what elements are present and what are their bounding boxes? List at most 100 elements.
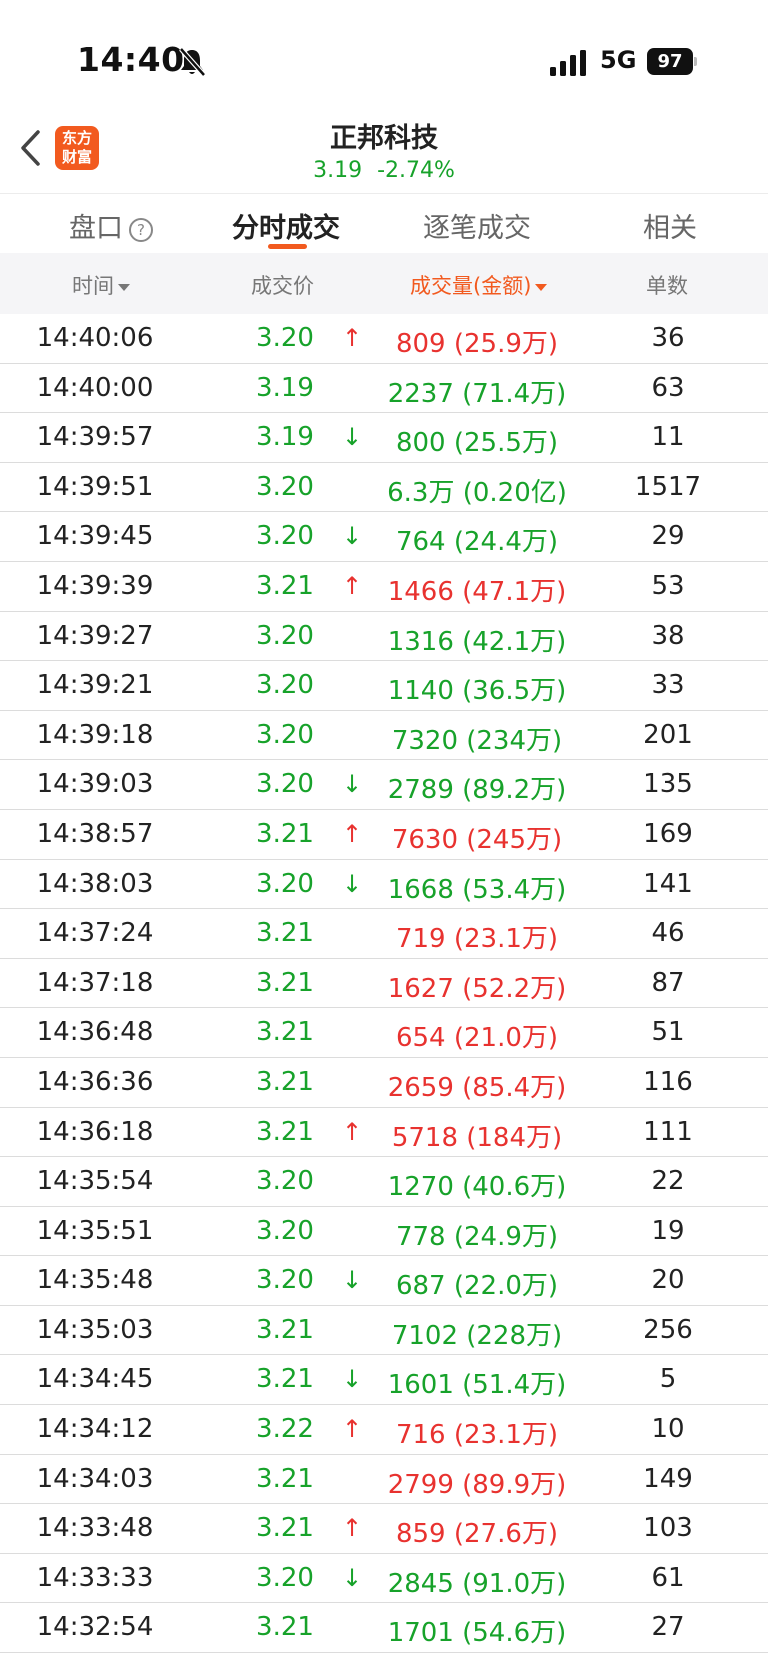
col-volume-sort[interactable]: 成交量(金额) xyxy=(410,270,548,300)
trade-price: 3.21 xyxy=(256,967,314,998)
tab-related[interactable]: 相关 xyxy=(643,206,697,245)
table-row[interactable]: 14:35:54 3.20 1270 (40.6万) 22 xyxy=(0,1157,768,1207)
trade-count: 103 xyxy=(643,1513,693,1544)
trade-count: 135 xyxy=(643,769,693,800)
status-bar: 14:40 5G 97 xyxy=(0,0,768,120)
trade-time: 14:39:27 xyxy=(36,620,154,651)
trade-count: 256 xyxy=(643,1314,693,1345)
table-row[interactable]: 14:35:03 3.21 7102 (228万) 256 xyxy=(0,1306,768,1356)
battery-level: 97 xyxy=(647,48,693,75)
trade-time: 14:39:18 xyxy=(36,719,154,750)
table-row[interactable]: 14:39:57 3.19 ↓ 800 (25.5万) 11 xyxy=(0,413,768,463)
tab-minute-trades[interactable]: 分时成交 xyxy=(232,206,340,245)
back-arrow-icon[interactable] xyxy=(18,128,44,168)
trade-volume: 687 (22.0万) xyxy=(395,1271,559,1302)
trade-time: 14:34:12 xyxy=(36,1414,154,1445)
trade-time: 14:39:57 xyxy=(36,422,154,453)
up-arrow-icon: ↑ xyxy=(341,1514,363,1543)
trade-volume: 800 (25.5万) xyxy=(395,428,559,459)
stock-price: 3.19 xyxy=(313,158,363,183)
trade-price: 3.19 xyxy=(256,372,314,403)
trade-price: 3.20 xyxy=(256,1265,314,1296)
trade-price: 3.20 xyxy=(256,769,314,800)
trade-count: 141 xyxy=(643,868,693,899)
battery-icon: 97 xyxy=(647,48,697,75)
trade-count: 111 xyxy=(643,1116,693,1147)
trade-price: 3.21 xyxy=(256,1017,314,1048)
trade-time: 14:39:39 xyxy=(36,570,154,601)
table-row[interactable]: 14:35:51 3.20 778 (24.9万) 19 xyxy=(0,1207,768,1257)
trade-price: 3.21 xyxy=(256,1314,314,1345)
trade-time: 14:38:03 xyxy=(36,868,154,899)
table-row[interactable]: 14:39:27 3.20 1316 (42.1万) 38 xyxy=(0,612,768,662)
trade-volume: 1316 (42.1万) xyxy=(387,626,567,657)
table-row[interactable]: 14:38:03 3.20 ↓ 1668 (53.4万) 141 xyxy=(0,860,768,910)
trade-time: 14:36:18 xyxy=(36,1116,154,1147)
table-row[interactable]: 14:37:18 3.21 1627 (52.2万) 87 xyxy=(0,959,768,1009)
trade-count: 46 xyxy=(651,918,685,949)
trade-volume: 1466 (47.1万) xyxy=(387,576,567,607)
table-row[interactable]: 14:36:18 3.21 ↑ 5718 (184万) 111 xyxy=(0,1108,768,1158)
down-arrow-icon: ↓ xyxy=(341,1563,363,1592)
trade-volume: 1140 (36.5万) xyxy=(387,676,567,707)
up-arrow-icon: ↑ xyxy=(341,819,363,848)
trade-volume: 2659 (85.4万) xyxy=(387,1072,567,1103)
trade-volume: 1701 (54.6万) xyxy=(387,1618,567,1649)
col-count: 单数 xyxy=(646,274,688,298)
trade-volume: 7630 (245万) xyxy=(391,824,563,855)
table-row[interactable]: 14:39:03 3.20 ↓ 2789 (89.2万) 135 xyxy=(0,760,768,810)
table-row[interactable]: 14:33:48 3.21 ↑ 859 (27.6万) 103 xyxy=(0,1504,768,1554)
help-icon[interactable]: ? xyxy=(129,217,153,242)
table-row[interactable]: 14:36:36 3.21 2659 (85.4万) 116 xyxy=(0,1058,768,1108)
trade-time: 14:36:48 xyxy=(36,1017,154,1048)
trade-count: 36 xyxy=(651,323,685,353)
table-row[interactable]: 14:40:00 3.19 2237 (71.4万) 63 xyxy=(0,364,768,414)
trade-volume: 5718 (184万) xyxy=(391,1122,563,1153)
trade-time: 14:37:24 xyxy=(36,918,154,949)
trade-time: 14:39:03 xyxy=(36,769,154,800)
trade-count: 61 xyxy=(651,1562,685,1593)
table-row[interactable]: 14:33:33 3.20 ↓ 2845 (91.0万) 61 xyxy=(0,1554,768,1604)
table-row[interactable]: 14:40:06 3.20 ↑ 809 (25.9万) 36 xyxy=(0,314,768,364)
col-time-sort[interactable]: 时间 xyxy=(72,270,130,300)
trade-volume: 7102 (228万) xyxy=(391,1320,563,1351)
trade-time: 14:34:45 xyxy=(36,1364,154,1395)
trade-price: 3.20 xyxy=(256,1215,314,1246)
table-row[interactable]: 14:32:54 3.21 1701 (54.6万) 27 xyxy=(0,1603,768,1654)
trade-count: 201 xyxy=(643,719,693,750)
trade-count: 20 xyxy=(651,1265,685,1296)
active-tab-indicator xyxy=(268,244,307,249)
trade-count: 29 xyxy=(651,521,685,552)
down-arrow-icon: ↓ xyxy=(341,770,363,799)
table-row[interactable]: 14:39:39 3.21 ↑ 1466 (47.1万) 53 xyxy=(0,562,768,612)
tab-tick-trades[interactable]: 逐笔成交 xyxy=(423,206,531,245)
trade-price: 3.22 xyxy=(256,1414,314,1445)
trade-count: 87 xyxy=(651,967,685,998)
stock-change: -2.74% xyxy=(377,158,455,183)
trade-volume: 654 (21.0万) xyxy=(395,1023,559,1054)
trade-time: 14:35:51 xyxy=(36,1215,154,1246)
status-time: 14:40 xyxy=(77,40,185,79)
table-row[interactable]: 14:39:21 3.20 1140 (36.5万) 33 xyxy=(0,661,768,711)
table-row[interactable]: 14:38:57 3.21 ↑ 7630 (245万) 169 xyxy=(0,810,768,860)
trade-volume: 778 (24.9万) xyxy=(395,1221,559,1252)
table-row[interactable]: 14:36:48 3.21 654 (21.0万) 51 xyxy=(0,1008,768,1058)
tab-pankou[interactable]: 盘口? xyxy=(69,206,153,245)
trade-count: 5 xyxy=(659,1364,677,1395)
trade-price: 3.20 xyxy=(256,521,314,552)
table-row[interactable]: 14:34:03 3.21 2799 (89.9万) 149 xyxy=(0,1455,768,1505)
app-logo[interactable]: 东方 财富 xyxy=(55,126,99,170)
table-row[interactable]: 14:34:45 3.21 ↓ 1601 (51.4万) 5 xyxy=(0,1355,768,1406)
table-row[interactable]: 14:37:24 3.21 719 (23.1万) 46 xyxy=(0,909,768,959)
table-row[interactable]: 14:34:12 3.22 ↑ 716 (23.1万) 10 xyxy=(0,1405,768,1455)
signal-icon xyxy=(550,50,586,76)
trade-list[interactable]: 14:40:06 3.20 ↑ 809 (25.9万) 36 14:40:00 3.19 22… xyxy=(0,314,768,1654)
trade-count: 116 xyxy=(643,1066,693,1097)
trade-time: 14:40:00 xyxy=(36,372,154,403)
trade-time: 14:35:54 xyxy=(36,1166,154,1197)
table-row[interactable]: 14:39:18 3.20 7320 (234万) 201 xyxy=(0,711,768,761)
table-row[interactable]: 14:39:51 3.20 6.3万 (0.20亿) 1517 xyxy=(0,463,768,513)
trade-time: 14:33:33 xyxy=(36,1562,154,1593)
table-row[interactable]: 14:39:45 3.20 ↓ 764 (24.4万) 29 xyxy=(0,512,768,562)
table-row[interactable]: 14:35:48 3.20 ↓ 687 (22.0万) 20 xyxy=(0,1256,768,1306)
